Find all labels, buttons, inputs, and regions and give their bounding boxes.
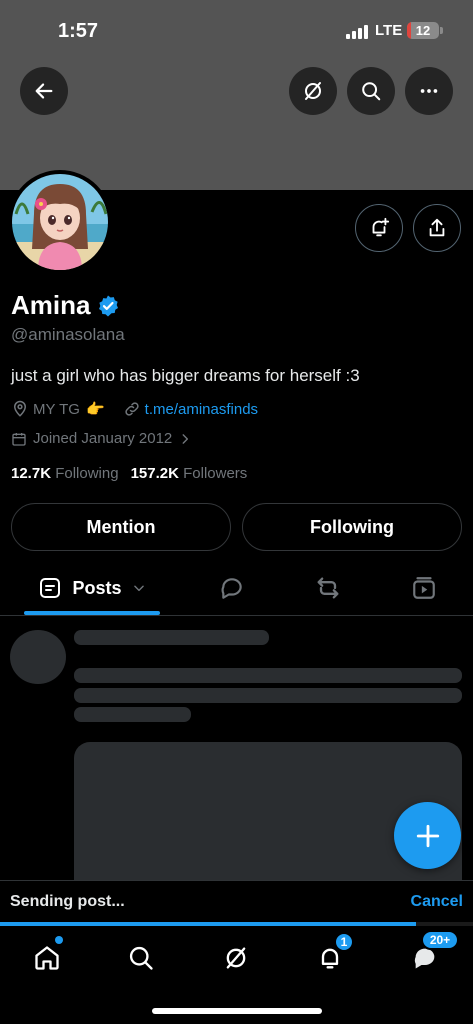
profile-joined: Joined January 2012 [33,430,173,447]
grok-icon [226,947,246,969]
back-button[interactable] [20,67,68,115]
follow-stats: 12.7K Following 157.2K Followers [11,465,247,482]
avatar-image [12,174,108,270]
profile-handle: @aminasolana [11,325,125,344]
profile-meta-row: MY TG 👉 t.me/aminasfinds [11,400,258,418]
notifications-badge: 1 [334,932,354,952]
skeleton-line [74,707,191,722]
arrow-left-icon [35,83,53,99]
signal-icon [346,25,370,39]
repost-icon [317,577,339,599]
link-icon [125,402,139,416]
mention-button[interactable]: Mention [11,503,231,551]
profile-tabs: Posts [0,560,473,616]
search-button[interactable] [347,67,395,115]
following-button[interactable]: Following [242,503,462,551]
share-icon [429,218,445,237]
following-label: Following [55,465,119,482]
compose-post-button[interactable] [394,802,461,869]
battery-cap [440,27,443,34]
profile-website-link[interactable]: t.me/aminasfinds [145,401,258,418]
avatar[interactable] [8,170,112,274]
share-button[interactable] [413,204,461,252]
plus-icon [416,824,439,847]
notification-subscribe-button[interactable] [355,204,403,252]
battery-level: 12 [415,23,431,38]
nav-messages[interactable]: 20+ [401,930,459,982]
calendar-icon [12,432,26,446]
followers-label: Followers [183,465,248,482]
home-unread-dot [55,936,63,944]
network-label: LTE [375,22,403,39]
grok-button[interactable] [289,67,337,115]
bell-plus-icon [372,217,390,237]
chevron-right-icon [182,433,189,444]
tab-reposts[interactable] [304,560,352,616]
profile-bio: just a girl who has bigger dreams for he… [11,366,360,385]
nav-notifications[interactable]: 1 [306,932,354,982]
verified-badge-icon[interactable] [96,294,120,318]
chevron-down-icon [133,585,144,592]
skeleton-line [74,668,462,683]
followers-stat[interactable]: 157.2K Followers [131,465,248,482]
sending-post-text: Sending post... [10,893,125,910]
following-count: 12.7K [11,465,52,482]
home-icon [35,946,59,970]
status-bar: 1:57 LTE 12 [0,0,473,60]
nav-grok[interactable] [212,934,260,982]
skeleton-line [74,688,462,703]
sending-post-bar: Sending post... Cancel [0,880,473,925]
cancel-button[interactable]: Cancel [411,893,463,911]
active-tab-indicator [24,611,160,615]
more-dots-icon [420,89,438,93]
following-stat[interactable]: 12.7K Following [11,465,119,482]
messages-badge: 20+ [421,930,459,950]
location-pin-icon [13,400,27,417]
profile-location: MY TG [33,400,80,418]
tab-posts[interactable]: Posts [24,560,160,616]
posts-icon [40,578,61,598]
tab-posts-label: Posts [72,577,122,598]
grok-icon [305,82,321,100]
skeleton-line [74,630,269,645]
nav-home[interactable] [23,934,71,982]
skeleton-avatar [10,630,66,684]
location-emoji: 👉 [85,401,105,418]
search-icon [362,82,381,101]
reply-icon [221,578,242,599]
tab-replies[interactable] [208,560,256,616]
followers-count: 157.2K [130,465,179,482]
tab-media[interactable] [400,560,448,616]
status-time: 1:57 [58,20,99,42]
profile-name-row: Amina [11,290,120,321]
more-options-button[interactable] [405,67,453,115]
search-icon [129,946,153,970]
profile-joined-row[interactable]: Joined January 2012 [11,430,192,447]
battery-icon: 12 [407,22,439,39]
nav-search[interactable] [117,934,165,982]
media-icon [413,577,435,599]
profile-name: Amina [11,290,91,320]
home-indicator [152,1008,322,1014]
